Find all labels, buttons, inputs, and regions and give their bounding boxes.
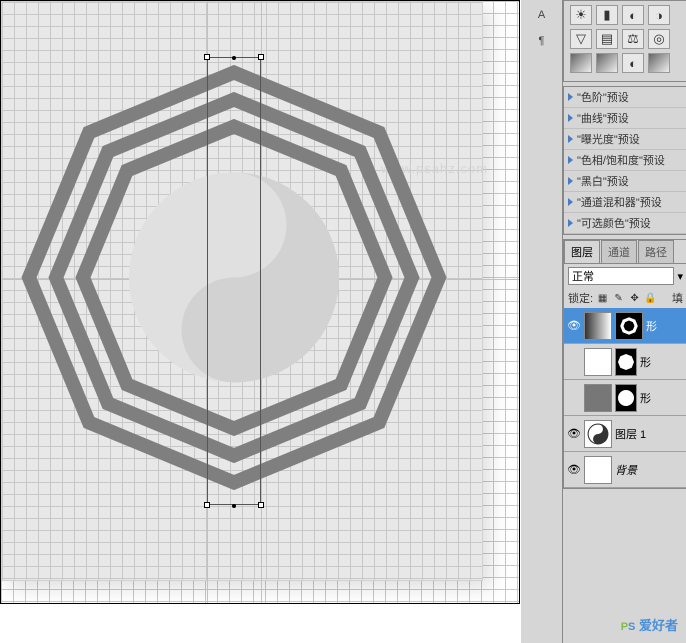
- layer-name[interactable]: 形: [640, 390, 651, 406]
- color-balance-icon[interactable]: ⚖: [622, 29, 644, 49]
- visibility-icon[interactable]: 👁: [567, 319, 581, 333]
- canvas-area: www.psahz.com: [0, 0, 521, 643]
- visibility-icon[interactable]: [567, 391, 581, 405]
- layer-thumb[interactable]: [584, 456, 612, 484]
- canvas[interactable]: www.psahz.com: [0, 0, 520, 604]
- chevron-right-icon: [568, 156, 573, 164]
- layer-name[interactable]: 形: [640, 354, 651, 370]
- layers-panel: 图层 通道 路径 正常 ▾ 锁定: ▦ ✎ ✥ 🔒 填 👁 形: [563, 239, 686, 489]
- transform-bounds[interactable]: [207, 57, 261, 505]
- gradient-map-icon[interactable]: [648, 53, 670, 73]
- levels-icon[interactable]: ▮: [596, 5, 618, 25]
- layer-row[interactable]: 👁 图层 1: [564, 416, 686, 452]
- layer-thumb[interactable]: [584, 420, 612, 448]
- fill-label: 填: [672, 290, 683, 306]
- preset-selective-color[interactable]: "可选颜色"预设: [564, 213, 686, 234]
- preset-channel-mixer[interactable]: "通道混和器"预设: [564, 192, 686, 213]
- visibility-icon[interactable]: 👁: [567, 427, 581, 441]
- transform-handle-tm[interactable]: [232, 56, 236, 60]
- layer-mask-thumb[interactable]: [615, 348, 637, 376]
- layer-row[interactable]: 形: [564, 380, 686, 416]
- layer-name[interactable]: 背景: [615, 462, 637, 478]
- transform-handle-br[interactable]: [258, 502, 264, 508]
- lock-position-icon[interactable]: ✥: [628, 292, 641, 305]
- layer-row[interactable]: 形: [564, 344, 686, 380]
- lock-pixels-icon[interactable]: ✎: [612, 292, 625, 305]
- layer-row[interactable]: 👁 背景: [564, 452, 686, 488]
- exposure-icon[interactable]: ◑: [648, 5, 670, 25]
- vibrance-icon[interactable]: ▽: [570, 29, 592, 49]
- layer-thumb[interactable]: [584, 348, 612, 376]
- chevron-right-icon: [568, 219, 573, 227]
- bw-icon[interactable]: ◎: [648, 29, 670, 49]
- watermark-logo: PS 爱好者: [621, 615, 678, 635]
- preset-bw[interactable]: "黑白"预设: [564, 171, 686, 192]
- layer-row[interactable]: 👁 形: [564, 308, 686, 344]
- panel-tabs: 图层 通道 路径: [564, 240, 686, 264]
- character-panel-icon[interactable]: A: [531, 4, 553, 26]
- layers-list: 👁 形 形 形 👁: [564, 308, 686, 488]
- transform-handle-tr[interactable]: [258, 54, 264, 60]
- hue-sat-icon[interactable]: ▤: [596, 29, 618, 49]
- lock-label: 锁定:: [568, 290, 593, 306]
- panels-column: ☀ ▮ ◐ ◑ ▽ ▤ ⚖ ◎ ◐ "色阶"预设 "曲线"预设 "曝光度"预设 …: [563, 0, 686, 643]
- layer-mask-thumb[interactable]: [615, 312, 643, 340]
- curves-icon[interactable]: ◐: [622, 5, 644, 25]
- brightness-icon[interactable]: ☀: [570, 5, 592, 25]
- transform-handle-tl[interactable]: [204, 54, 210, 60]
- layer-mask-thumb[interactable]: [615, 384, 637, 412]
- posterize-icon[interactable]: [596, 53, 618, 73]
- layer-thumb[interactable]: [584, 384, 612, 412]
- preset-levels[interactable]: "色阶"预设: [564, 87, 686, 108]
- lock-all-icon[interactable]: 🔒: [644, 292, 657, 305]
- threshold-icon[interactable]: ◐: [622, 53, 644, 73]
- chevron-right-icon: [568, 177, 573, 185]
- chevron-right-icon: [568, 114, 573, 122]
- adjustments-panel: ☀ ▮ ◐ ◑ ▽ ▤ ⚖ ◎ ◐: [563, 0, 686, 82]
- invert-icon[interactable]: [570, 53, 592, 73]
- preset-curves[interactable]: "曲线"预设: [564, 108, 686, 129]
- tab-channels[interactable]: 通道: [601, 240, 637, 263]
- blend-mode-select[interactable]: 正常: [568, 267, 674, 285]
- paragraph-panel-icon[interactable]: ¶: [531, 30, 553, 52]
- panel-rail: A ¶: [521, 0, 563, 643]
- tab-layers[interactable]: 图层: [564, 240, 600, 263]
- layer-thumb[interactable]: [584, 312, 612, 340]
- preset-hue[interactable]: "色相/饱和度"预设: [564, 150, 686, 171]
- visibility-icon[interactable]: [567, 355, 581, 369]
- presets-panel: "色阶"预设 "曲线"预设 "曝光度"预设 "色相/饱和度"预设 "黑白"预设 …: [563, 86, 686, 235]
- lock-row: 锁定: ▦ ✎ ✥ 🔒 填: [564, 288, 686, 308]
- layer-name[interactable]: 图层 1: [615, 426, 646, 442]
- chevron-right-icon: [568, 135, 573, 143]
- layer-name[interactable]: 形: [646, 318, 657, 334]
- lock-transparency-icon[interactable]: ▦: [596, 292, 609, 305]
- transform-handle-bm[interactable]: [232, 504, 236, 508]
- tab-paths[interactable]: 路径: [638, 240, 674, 263]
- preset-exposure[interactable]: "曝光度"预设: [564, 129, 686, 150]
- transform-handle-bl[interactable]: [204, 502, 210, 508]
- chevron-right-icon: [568, 93, 573, 101]
- chevron-right-icon: [568, 198, 573, 206]
- visibility-icon[interactable]: 👁: [567, 463, 581, 477]
